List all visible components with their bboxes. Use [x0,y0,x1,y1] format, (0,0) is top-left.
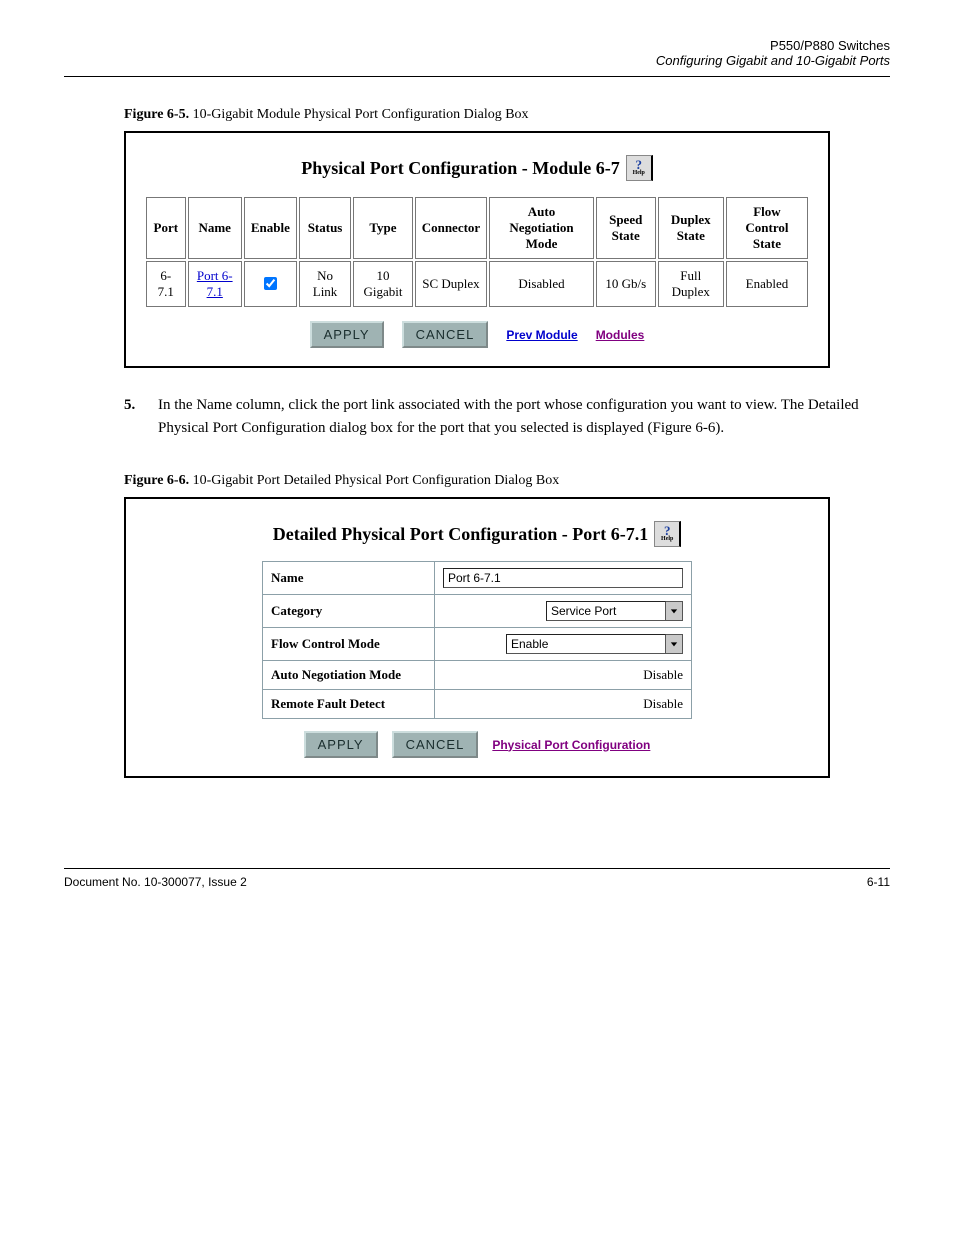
chevron-down-icon [666,634,683,654]
row-autoneg-value: Disable [435,661,692,690]
cell-type: 10 Gigabit [353,261,413,307]
figure-b-prefix: Figure 6-6. [124,473,189,488]
cell-autoneg: Disabled [489,261,594,307]
header-rule [64,76,890,77]
figure-a-prefix: Figure 6-5. [124,107,189,122]
row-remote-value: Disable [435,690,692,719]
figure-b-caption: Figure 6-6. 10-Gigabit Port Detailed Phy… [124,473,886,489]
col-speed: Speed State [596,197,656,259]
category-select[interactable]: Service Port [546,601,683,621]
step-number: 5. [124,394,158,439]
cell-status: No Link [299,261,351,307]
chevron-down-icon [666,601,683,621]
detail-config-table: Name Port 6-7.1 Category Service Port [262,561,692,719]
cancel-button[interactable]: CANCEL [392,731,479,758]
prev-module-link[interactable]: Prev Module [506,328,577,342]
flow-control-select[interactable]: Enable [506,634,683,654]
figure-a-caption: Figure 6-5. 10-Gigabit Module Physical P… [124,107,886,123]
col-duplex: Duplex State [658,197,724,259]
panel-a-title: Physical Port Configuration - Module 6-7 [301,158,619,179]
help-icon[interactable]: ?Help [626,155,653,181]
port-name-link[interactable]: Port 6-7.1 [197,268,233,299]
table-header-row: Port Name Enable Status Type Connector A… [146,197,808,259]
col-name: Name [188,197,242,259]
row-flow-label: Flow Control Mode [263,628,435,661]
cell-duplex: Full Duplex [658,261,724,307]
apply-button[interactable]: APPLY [310,321,384,348]
footer-doc-number: Document No. 10-300077, Issue 2 [64,875,247,889]
footer-page-number: 6-11 [867,875,890,889]
cell-speed: 10 Gb/s [596,261,656,307]
row-category-label: Category [263,595,435,628]
table-row: 6-7.1 Port 6-7.1 No Link 10 Gigabit SC D… [146,261,808,307]
col-status: Status [299,197,351,259]
row-remote-label: Remote Fault Detect [263,690,435,719]
col-flow: Flow Control State [726,197,808,259]
enable-checkbox[interactable] [264,277,277,290]
cancel-button[interactable]: CANCEL [402,321,489,348]
apply-button[interactable]: APPLY [304,731,378,758]
footer-rule [64,868,890,869]
cell-enable [244,261,297,307]
port-config-table: Port Name Enable Status Type Connector A… [144,195,810,309]
col-autoneg: Auto Negotiation Mode [489,197,594,259]
header-product: P550/P880 Switches [64,38,890,53]
figure-b-text: 10-Gigabit Port Detailed Physical Port C… [193,473,560,488]
step-text: In the Name column, click the port link … [158,394,886,439]
name-input[interactable]: Port 6-7.1 [443,568,683,588]
screenshot-physical-port-config: Physical Port Configuration - Module 6-7… [124,131,830,368]
cell-name: Port 6-7.1 [188,261,242,307]
figure-a-text: 10-Gigabit Module Physical Port Configur… [193,107,529,122]
page-footer: Document No. 10-300077, Issue 2 6-11 [64,875,890,889]
instruction-step-5: 5. In the Name column, click the port li… [124,394,886,439]
col-port: Port [146,197,186,259]
col-type: Type [353,197,413,259]
help-icon[interactable]: ?Help [654,521,681,547]
col-connector: Connector [415,197,488,259]
header-section: Configuring Gigabit and 10-Gigabit Ports [64,53,890,68]
row-autoneg-label: Auto Negotiation Mode [263,661,435,690]
cell-connector: SC Duplex [415,261,488,307]
physical-port-config-link[interactable]: Physical Port Configuration [492,738,650,752]
row-category-value: Service Port [435,595,692,628]
cell-flow: Enabled [726,261,808,307]
cell-port: 6-7.1 [146,261,186,307]
row-name-value: Port 6-7.1 [435,562,692,595]
row-name-label: Name [263,562,435,595]
col-enable: Enable [244,197,297,259]
page-header: P550/P880 Switches Configuring Gigabit a… [64,38,890,68]
panel-b-title: Detailed Physical Port Configuration - P… [273,524,648,545]
modules-link[interactable]: Modules [596,328,645,342]
row-flow-value: Enable [435,628,692,661]
screenshot-detailed-port-config: Detailed Physical Port Configuration - P… [124,497,830,778]
